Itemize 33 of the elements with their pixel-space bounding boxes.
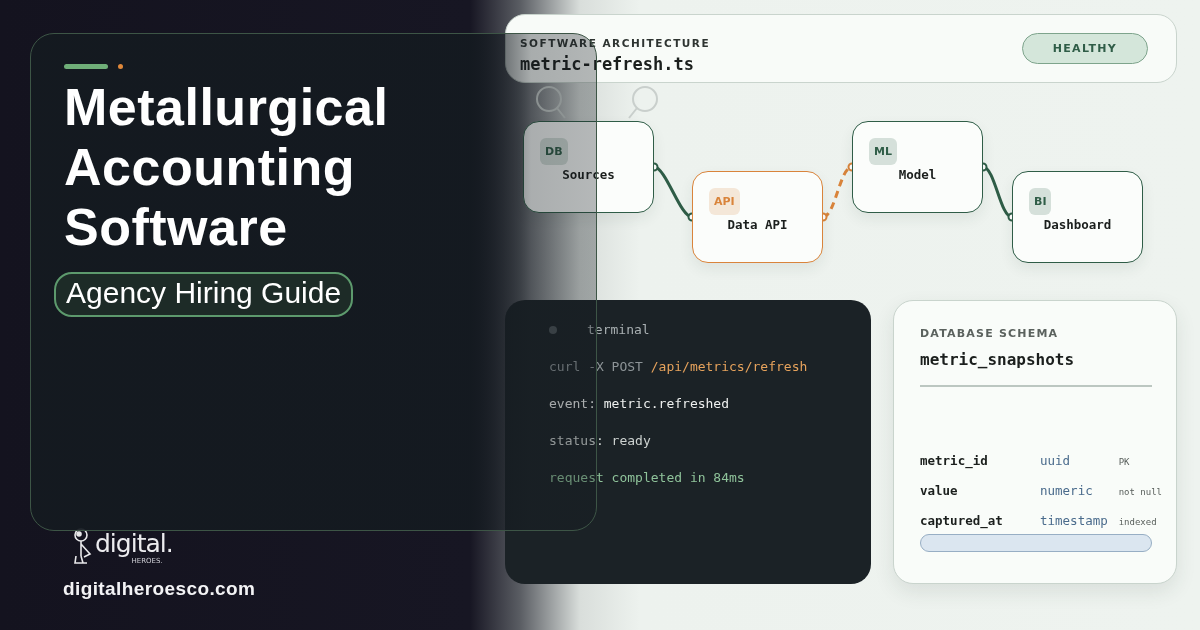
terminal-text: curl -X POST [549, 359, 644, 374]
field-type: uuid [1040, 452, 1072, 468]
section-label: DATABASE SCHEMA [920, 327, 1060, 340]
accent-bar [64, 64, 108, 69]
terminal-title: terminal [587, 322, 650, 337]
node-label: Dashboard [1042, 217, 1113, 232]
node-badge: ML [869, 138, 897, 165]
website-url: digitalheroesco.com [63, 578, 257, 600]
node-badge: API [709, 188, 740, 215]
logo-wordmark: digital. [95, 531, 173, 557]
accent-dot [118, 64, 123, 69]
field-name: captured_at [920, 512, 1004, 528]
terminal-text: event: metric.refreshed [549, 396, 729, 411]
field-name: metric_id [920, 452, 989, 468]
subtitle-pill: Agency Hiring Guide [54, 272, 354, 317]
terminal-text: status: ready [549, 433, 651, 448]
field-name: value [920, 482, 959, 498]
terminal-dot [549, 325, 557, 334]
field-type: numeric [1040, 482, 1094, 498]
node-badge: BI [1029, 188, 1052, 215]
field-constraint: indexed [1118, 516, 1158, 527]
mascot-icon [71, 526, 93, 566]
table-name: metric_snapshots [920, 350, 1076, 369]
field-constraint: not null [1118, 486, 1162, 497]
terminal-text: /api/metrics/refresh [650, 359, 808, 374]
field-constraint: PK [1118, 456, 1131, 467]
node-label: Data API [726, 217, 789, 232]
node-label: Model [897, 167, 938, 182]
network-graph-icon [535, 85, 659, 119]
terminal-text: request completed in 84ms [549, 470, 745, 485]
hero-title: Metallurgical Accounting Software [64, 77, 390, 257]
status-badge: HEALTHY [1021, 33, 1148, 64]
field-type: timestamp [1040, 512, 1109, 528]
